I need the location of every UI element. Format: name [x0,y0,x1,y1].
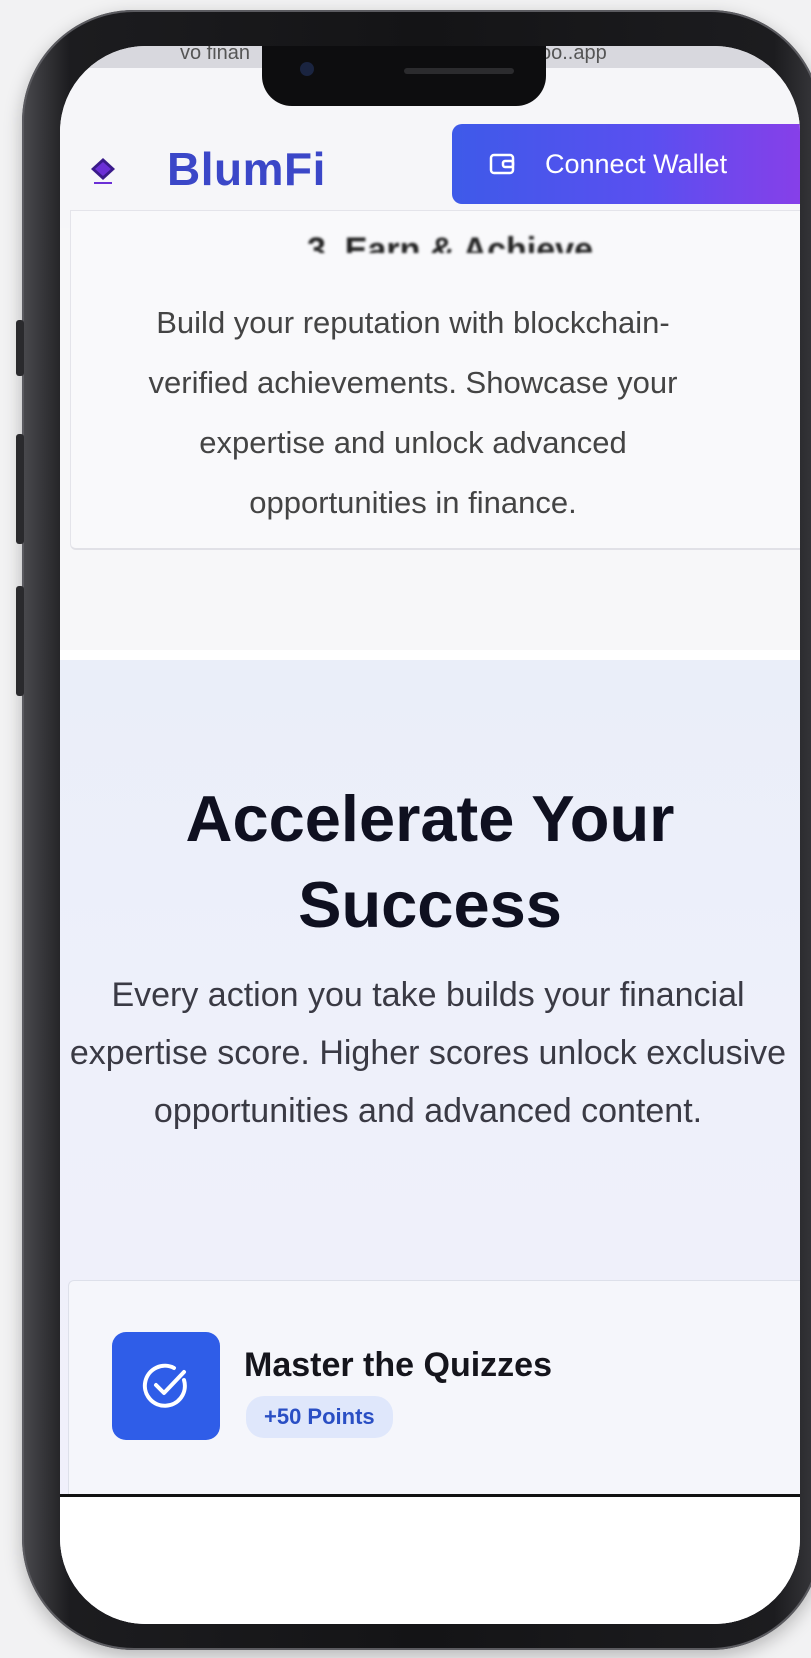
phone-volume-down-button [16,586,24,696]
screen-bottom-edge [60,1494,800,1624]
quiz-title: Master the Quizzes [244,1346,552,1384]
diamond-logo-icon[interactable] [88,156,118,186]
feature-card-text: Build your reputation with blockchain-ve… [148,305,678,520]
connect-wallet-label: Connect Wallet [545,148,728,179]
brand-name[interactable]: BlumFi [167,142,326,196]
points-badge: +50 Points [246,1396,393,1438]
phone-screen: vo finan oo..app BlumFi Connect Wallet 3… [60,46,800,1624]
accelerate-title: Accelerate Your Success [185,782,675,941]
strip-left-text: vo finan [180,46,251,64]
quiz-icon-box [112,1332,220,1440]
camera-notch [262,46,546,106]
front-camera-icon [300,62,314,76]
connect-wallet-button[interactable]: Connect Wallet [452,124,800,204]
how-it-works-section: 3. Earn & Achieve Build your reputation … [60,210,800,650]
wallet-icon [489,153,515,175]
check-circle-icon [142,1363,187,1408]
feature-card-heading: 3. Earn & Achieve [307,231,593,253]
phone-volume-up-button [16,434,24,544]
speaker-grille [404,68,514,74]
phone-side-button [16,320,24,376]
strip-right-text: oo..app [540,46,607,64]
feature-card: 3. Earn & Achieve Build your reputation … [70,210,800,550]
accelerate-text: Every action you take builds your financ… [69,976,787,1130]
